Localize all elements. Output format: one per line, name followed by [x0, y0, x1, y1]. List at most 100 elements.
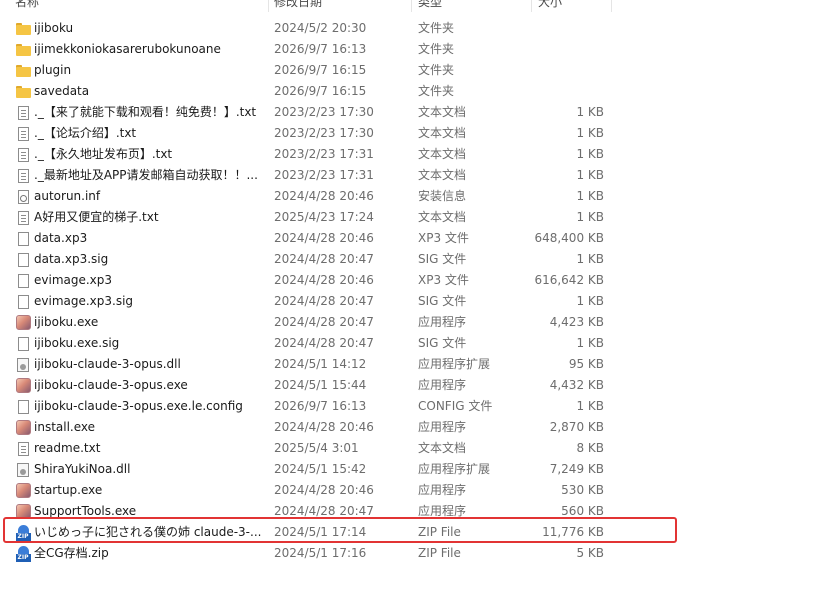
file-name: ._【永久地址发布页】.txt [34, 147, 173, 161]
file-row[interactable]: A好用又便宜的梯子.txt 2025/4/23 17:24 文本文档 1 KB [0, 207, 612, 228]
file-row[interactable]: startup.exe 2024/4/28 20:46 应用程序 530 KB [0, 480, 612, 501]
file-row[interactable]: ._【论坛介绍】.txt 2023/2/23 17:30 文本文档 1 KB [0, 123, 612, 144]
file-size: 1 KB [576, 189, 604, 203]
app-icon [15, 480, 31, 501]
column-divider[interactable] [411, 0, 412, 12]
file-name: ijiboku.exe.sig [34, 336, 120, 350]
text-file-icon [15, 438, 31, 459]
file-modified-date: 2024/5/1 14:12 [274, 357, 367, 371]
file-name: ShiraYukiNoa.dll [34, 462, 131, 476]
folder-icon [15, 81, 31, 102]
file-name: いじめっ子に犯される僕の姉 claude-3-... [34, 525, 262, 539]
file-row[interactable]: install.exe 2024/4/28 20:46 应用程序 2,870 KB [0, 417, 612, 438]
file-modified-date: 2024/4/28 20:47 [274, 294, 374, 308]
file-size: 1 KB [576, 336, 604, 350]
file-row[interactable]: evimage.xp3 2024/4/28 20:46 XP3 文件 616,642 … [0, 270, 612, 291]
file-row[interactable]: data.xp3.sig 2024/4/28 20:47 SIG 文件 1 KB [0, 249, 612, 270]
file-name: ijiboku-claude-3-opus.exe [34, 378, 188, 392]
file-size [500, 81, 604, 102]
file-name: evimage.xp3 [34, 273, 113, 287]
file-row[interactable]: ijiboku.exe.sig 2024/4/28 20:47 SIG 文件 1 KB [0, 333, 612, 354]
blank-file-icon [15, 333, 31, 354]
text-file-icon [15, 102, 31, 123]
app-icon [15, 312, 31, 333]
file-modified-date: 2025/4/23 17:24 [274, 210, 374, 224]
dll-icon [15, 354, 31, 375]
file-modified-date: 2024/4/28 20:47 [274, 252, 374, 266]
file-name: savedata [34, 84, 90, 98]
file-row[interactable]: data.xp3 2024/4/28 20:46 XP3 文件 648,400 KB [0, 228, 612, 249]
file-row[interactable]: ShiraYukiNoa.dll 2024/5/1 15:42 应用程序扩展 7,24… [0, 459, 612, 480]
file-size [500, 60, 604, 81]
file-row[interactable]: ijimekkoniokasarerubokunoane 2026/9/7 16:… [0, 39, 612, 60]
column-divider[interactable] [611, 0, 612, 12]
file-row[interactable]: autorun.inf 2024/4/28 20:46 安装信息 1 KB [0, 186, 612, 207]
file-size: 11,776 KB [542, 525, 604, 539]
dll-icon [15, 459, 31, 480]
file-name: ijiboku [34, 21, 74, 35]
blank-file-icon [15, 270, 31, 291]
file-row[interactable]: ZIP いじめっ子に犯される僕の姉 claude-3-... 2024/5/1 17… [0, 522, 612, 543]
file-modified-date: 2024/4/28 20:47 [274, 504, 374, 518]
zip-icon: ZIP [15, 522, 31, 543]
column-divider[interactable] [268, 0, 269, 12]
file-size: 560 KB [561, 504, 604, 518]
text-file-icon [15, 207, 31, 228]
file-modified-date: 2024/4/28 20:46 [274, 189, 374, 203]
file-row[interactable]: readme.txt 2025/5/4 3:01 文本文档 8 KB [0, 438, 612, 459]
file-explorer: 名称 修改日期 类型 大小 ijiboku 2024/5/2 20:30 文件夹 ij… [0, 0, 824, 596]
file-name: A好用又便宜的梯子.txt [34, 210, 159, 224]
file-size: 648,400 KB [534, 231, 604, 245]
column-header-name[interactable]: 名称 [15, 0, 39, 12]
file-name: ijiboku-claude-3-opus.exe.le.config [34, 399, 243, 413]
file-row[interactable]: savedata 2026/9/7 16:15 文件夹 [0, 81, 612, 102]
file-size: 2,870 KB [549, 420, 604, 434]
file-row[interactable]: ijiboku-claude-3-opus.exe.le.config 2026/… [0, 396, 612, 417]
app-icon [15, 501, 31, 522]
file-row[interactable]: plugin 2026/9/7 16:15 文件夹 [0, 60, 612, 81]
file-modified-date: 2025/5/4 3:01 [274, 441, 359, 455]
file-name: evimage.xp3.sig [34, 294, 134, 308]
file-modified-date: 2024/4/28 20:46 [274, 231, 374, 245]
file-row[interactable]: SupportTools.exe 2024/4/28 20:47 应用程序 560 K… [0, 501, 612, 522]
file-size: 1 KB [576, 252, 604, 266]
file-row[interactable]: ijiboku-claude-3-opus.dll 2024/5/1 14:12 应… [0, 354, 612, 375]
file-row[interactable]: ijiboku-claude-3-opus.exe 2024/5/1 15:44 应… [0, 375, 612, 396]
file-row[interactable]: ._【永久地址发布页】.txt 2023/2/23 17:31 文本文档 1 KB [0, 144, 612, 165]
file-name: data.xp3.sig [34, 252, 109, 266]
folder-icon [15, 18, 31, 39]
app-icon [15, 375, 31, 396]
file-size: 5 KB [576, 546, 604, 560]
setup-info-icon [15, 186, 31, 207]
column-header-size[interactable]: 大小 [538, 0, 562, 12]
file-size: 616,642 KB [534, 273, 604, 287]
file-row[interactable]: ZIP 全CG存档.zip 2024/5/1 17:16 ZIP File 5 KB [0, 543, 612, 564]
file-row[interactable]: evimage.xp3.sig 2024/4/28 20:47 SIG 文件 1 KB [0, 291, 612, 312]
file-modified-date: 2024/5/1 17:14 [274, 525, 367, 539]
file-row[interactable]: ._【来了就能下载和观看！纯免费！】.txt 2023/2/23 17:30 文本文… [0, 102, 612, 123]
file-size: 1 KB [576, 399, 604, 413]
app-icon [15, 417, 31, 438]
file-modified-date: 2026/9/7 16:15 [274, 84, 367, 98]
file-size: 95 KB [568, 357, 604, 371]
file-modified-date: 2024/5/1 17:16 [274, 546, 367, 560]
file-modified-date: 2024/4/28 20:46 [274, 273, 374, 287]
file-modified-date: 2024/4/28 20:46 [274, 483, 374, 497]
file-row[interactable]: ._最新地址及APP请发邮箱自动获取！！... 2023/2/23 17:31 文本… [0, 165, 612, 186]
column-divider[interactable] [531, 0, 532, 12]
column-header-date[interactable]: 修改日期 [274, 0, 322, 12]
column-header-type[interactable]: 类型 [418, 0, 442, 12]
file-row[interactable]: ijiboku.exe 2024/4/28 20:47 应用程序 4,423 KB [0, 312, 612, 333]
file-row[interactable]: ijiboku 2024/5/2 20:30 文件夹 [0, 18, 612, 39]
file-size [500, 18, 604, 39]
blank-file-icon [15, 291, 31, 312]
file-modified-date: 2023/2/23 17:31 [274, 147, 374, 161]
file-name: ijimekkoniokasarerubokunoane [34, 42, 221, 56]
file-modified-date: 2024/4/28 20:47 [274, 336, 374, 350]
file-modified-date: 2023/2/23 17:31 [274, 168, 374, 182]
file-name: install.exe [34, 420, 96, 434]
file-modified-date: 2026/9/7 16:15 [274, 63, 367, 77]
file-size: 1 KB [576, 105, 604, 119]
text-file-icon [15, 165, 31, 186]
file-size: 1 KB [576, 126, 604, 140]
